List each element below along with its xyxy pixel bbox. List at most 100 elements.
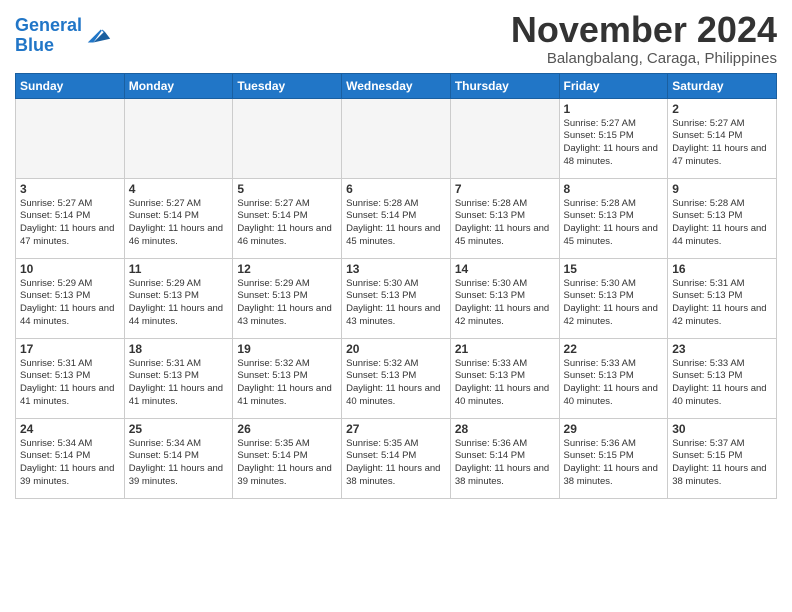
logo: General Blue — [15, 16, 112, 56]
day-info: Sunrise: 5:27 AM Sunset: 5:14 PM Dayligh… — [237, 198, 337, 249]
day-info: Sunrise: 5:28 AM Sunset: 5:13 PM Dayligh… — [564, 198, 664, 249]
calendar-day-cell — [233, 98, 342, 178]
calendar-day-cell: 12 Sunrise: 5:29 AM Sunset: 5:13 PM Dayli… — [233, 258, 342, 338]
weekday-header-cell: Sunday — [16, 73, 125, 98]
day-number: 18 — [129, 342, 229, 356]
day-number: 26 — [237, 422, 337, 436]
day-number: 7 — [455, 182, 555, 196]
calendar-day-cell: 29Sunrise: 5:36 AM Sunset: 5:15 PM Dayli… — [559, 418, 668, 498]
calendar-day-cell: 19Sunrise: 5:32 AM Sunset: 5:13 PM Dayli… — [233, 338, 342, 418]
day-info: Sunrise: 5:31 AM Sunset: 5:13 PM Dayligh… — [672, 278, 772, 329]
calendar-day-cell — [342, 98, 451, 178]
day-info: Sunrise: 5:33 AM Sunset: 5:13 PM Dayligh… — [455, 358, 555, 409]
day-info: Sunrise: 5:28 AM Sunset: 5:13 PM Dayligh… — [455, 198, 555, 249]
calendar-day-cell: 4 Sunrise: 5:27 AM Sunset: 5:14 PM Daylig… — [124, 178, 233, 258]
day-number: 23 — [672, 342, 772, 356]
day-info: Sunrise: 5:32 AM Sunset: 5:13 PM Dayligh… — [346, 358, 446, 409]
calendar-week-row: 17 Sunrise: 5:31 AM Sunset: 5:13 PM Dayli… — [16, 338, 777, 418]
calendar-day-cell: 3Sunrise: 5:27 AM Sunset: 5:14 PM Daylig… — [16, 178, 125, 258]
calendar-body: 1 Sunrise: 5:27 AM Sunset: 5:15 PM Daylig… — [16, 98, 777, 498]
day-info: Sunrise: 5:34 AM Sunset: 5:14 PM Dayligh… — [129, 438, 229, 489]
calendar-day-cell: 9 Sunrise: 5:28 AM Sunset: 5:13 PM Daylig… — [668, 178, 777, 258]
day-info: Sunrise: 5:34 AM Sunset: 5:14 PM Dayligh… — [20, 438, 120, 489]
day-number: 20 — [346, 342, 446, 356]
weekday-header-cell: Saturday — [668, 73, 777, 98]
day-info: Sunrise: 5:33 AM Sunset: 5:13 PM Dayligh… — [564, 358, 664, 409]
weekday-header-cell: Monday — [124, 73, 233, 98]
day-number: 6 — [346, 182, 446, 196]
calendar-week-row: 24 Sunrise: 5:34 AM Sunset: 5:14 PM Dayli… — [16, 418, 777, 498]
day-info: Sunrise: 5:29 AM Sunset: 5:13 PM Dayligh… — [129, 278, 229, 329]
calendar-day-cell: 24 Sunrise: 5:34 AM Sunset: 5:14 PM Dayli… — [16, 418, 125, 498]
page-header: General Blue November 2024 Balangbalang,… — [15, 10, 777, 67]
calendar-day-cell: 14 Sunrise: 5:30 AM Sunset: 5:13 PM Dayli… — [450, 258, 559, 338]
calendar-day-cell: 5 Sunrise: 5:27 AM Sunset: 5:14 PM Daylig… — [233, 178, 342, 258]
day-number: 10 — [20, 262, 120, 276]
day-number: 8 — [564, 182, 664, 196]
day-info: Sunrise: 5:30 AM Sunset: 5:13 PM Dayligh… — [346, 278, 446, 329]
day-info: Sunrise: 5:27 AM Sunset: 5:15 PM Dayligh… — [564, 118, 664, 169]
logo-icon — [84, 22, 112, 50]
day-info: Sunrise: 5:29 AM Sunset: 5:13 PM Dayligh… — [20, 278, 120, 329]
day-number: 30 — [672, 422, 772, 436]
day-info: Sunrise: 5:30 AM Sunset: 5:13 PM Dayligh… — [455, 278, 555, 329]
weekday-header-row: SundayMondayTuesdayWednesdayThursdayFrid… — [16, 73, 777, 98]
day-number: 9 — [672, 182, 772, 196]
day-info: Sunrise: 5:36 AM Sunset: 5:15 PM Dayligh… — [564, 438, 664, 489]
day-number: 14 — [455, 262, 555, 276]
calendar-day-cell: 8 Sunrise: 5:28 AM Sunset: 5:13 PM Daylig… — [559, 178, 668, 258]
day-info: Sunrise: 5:27 AM Sunset: 5:14 PM Dayligh… — [672, 118, 772, 169]
day-info: Sunrise: 5:31 AM Sunset: 5:13 PM Dayligh… — [129, 358, 229, 409]
weekday-header-cell: Wednesday — [342, 73, 451, 98]
calendar-day-cell: 21 Sunrise: 5:33 AM Sunset: 5:13 PM Dayli… — [450, 338, 559, 418]
day-info: Sunrise: 5:35 AM Sunset: 5:14 PM Dayligh… — [346, 438, 446, 489]
day-info: Sunrise: 5:33 AM Sunset: 5:13 PM Dayligh… — [672, 358, 772, 409]
weekday-header-cell: Thursday — [450, 73, 559, 98]
day-number: 1 — [564, 102, 664, 116]
title-area: November 2024 Balangbalang, Caraga, Phil… — [511, 10, 777, 67]
day-info: Sunrise: 5:31 AM Sunset: 5:13 PM Dayligh… — [20, 358, 120, 409]
calendar-day-cell: 25 Sunrise: 5:34 AM Sunset: 5:14 PM Dayli… — [124, 418, 233, 498]
calendar-table: SundayMondayTuesdayWednesdayThursdayFrid… — [15, 73, 777, 499]
day-number: 19 — [237, 342, 337, 356]
calendar-day-cell — [450, 98, 559, 178]
day-info: Sunrise: 5:29 AM Sunset: 5:13 PM Dayligh… — [237, 278, 337, 329]
calendar-day-cell: 27Sunrise: 5:35 AM Sunset: 5:14 PM Dayli… — [342, 418, 451, 498]
day-number: 24 — [20, 422, 120, 436]
calendar-day-cell: 16 Sunrise: 5:31 AM Sunset: 5:13 PM Dayli… — [668, 258, 777, 338]
calendar-day-cell: 11Sunrise: 5:29 AM Sunset: 5:13 PM Dayli… — [124, 258, 233, 338]
day-number: 4 — [129, 182, 229, 196]
calendar-day-cell: 30Sunrise: 5:37 AM Sunset: 5:15 PM Dayli… — [668, 418, 777, 498]
calendar-day-cell: 18 Sunrise: 5:31 AM Sunset: 5:13 PM Dayli… — [124, 338, 233, 418]
day-info: Sunrise: 5:30 AM Sunset: 5:13 PM Dayligh… — [564, 278, 664, 329]
day-number: 5 — [237, 182, 337, 196]
calendar-day-cell: 6 Sunrise: 5:28 AM Sunset: 5:14 PM Daylig… — [342, 178, 451, 258]
day-info: Sunrise: 5:28 AM Sunset: 5:14 PM Dayligh… — [346, 198, 446, 249]
weekday-header-cell: Tuesday — [233, 73, 342, 98]
day-number: 17 — [20, 342, 120, 356]
day-info: Sunrise: 5:27 AM Sunset: 5:14 PM Dayligh… — [129, 198, 229, 249]
month-title: November 2024 — [511, 10, 777, 50]
day-number: 15 — [564, 262, 664, 276]
day-number: 28 — [455, 422, 555, 436]
calendar-week-row: 3Sunrise: 5:27 AM Sunset: 5:14 PM Daylig… — [16, 178, 777, 258]
calendar-day-cell: 13 Sunrise: 5:30 AM Sunset: 5:13 PM Dayli… — [342, 258, 451, 338]
logo-text: General Blue — [15, 16, 82, 56]
day-number: 2 — [672, 102, 772, 116]
calendar-day-cell: 26 Sunrise: 5:35 AM Sunset: 5:14 PM Dayli… — [233, 418, 342, 498]
day-number: 13 — [346, 262, 446, 276]
calendar-day-cell: 22Sunrise: 5:33 AM Sunset: 5:13 PM Dayli… — [559, 338, 668, 418]
day-number: 16 — [672, 262, 772, 276]
calendar-day-cell: 7 Sunrise: 5:28 AM Sunset: 5:13 PM Daylig… — [450, 178, 559, 258]
day-number: 25 — [129, 422, 229, 436]
calendar-day-cell: 2 Sunrise: 5:27 AM Sunset: 5:14 PM Daylig… — [668, 98, 777, 178]
day-number: 21 — [455, 342, 555, 356]
day-number: 12 — [237, 262, 337, 276]
calendar-day-cell: 17 Sunrise: 5:31 AM Sunset: 5:13 PM Dayli… — [16, 338, 125, 418]
day-info: Sunrise: 5:27 AM Sunset: 5:14 PM Dayligh… — [20, 198, 120, 249]
calendar-day-cell — [124, 98, 233, 178]
day-info: Sunrise: 5:28 AM Sunset: 5:13 PM Dayligh… — [672, 198, 772, 249]
day-info: Sunrise: 5:35 AM Sunset: 5:14 PM Dayligh… — [237, 438, 337, 489]
location: Balangbalang, Caraga, Philippines — [511, 50, 777, 67]
calendar-week-row: 1 Sunrise: 5:27 AM Sunset: 5:15 PM Daylig… — [16, 98, 777, 178]
